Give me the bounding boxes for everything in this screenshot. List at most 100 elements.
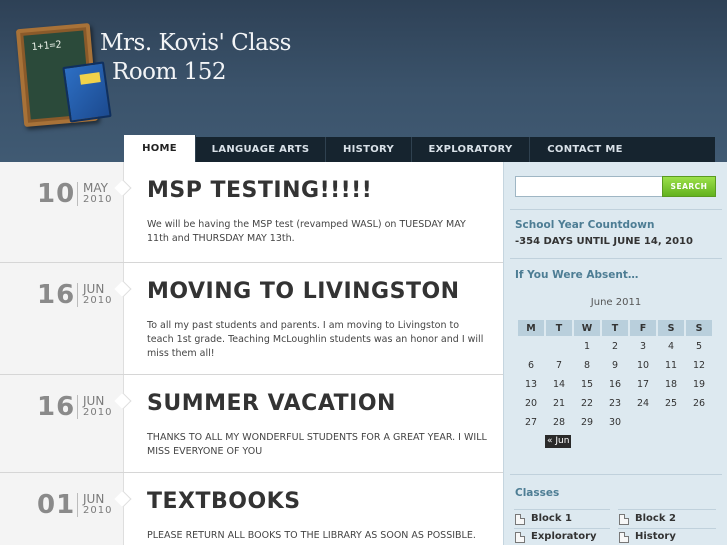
- post-body: We will be having the MSP test (revamped…: [147, 219, 466, 244]
- document-icon: [515, 514, 525, 525]
- posts-list: 10 MAY 2010 MSP TESTING!!!!! We will be …: [0, 162, 503, 545]
- calendar-day[interactable]: 12: [686, 357, 712, 374]
- sidebar: SEARCH School Year Countdown -354 DAYS U…: [503, 162, 727, 545]
- calendar-day[interactable]: 27: [518, 414, 544, 431]
- calendar-day[interactable]: 4: [658, 338, 684, 355]
- post-month: JUN: [83, 492, 105, 506]
- calendar-day[interactable]: 29: [574, 414, 600, 431]
- nav-home[interactable]: HOME: [124, 135, 196, 162]
- post-title[interactable]: MSP TESTING!!!!!: [147, 178, 372, 203]
- divider: [510, 258, 722, 259]
- post: 01 JUN 2010 TEXTBOOKS PLEASE RETURN ALL …: [0, 473, 503, 545]
- class-link-label: Block 1: [531, 513, 572, 524]
- site-subtitle: Room 152: [112, 59, 227, 85]
- calendar-day[interactable]: 13: [518, 376, 544, 393]
- class-link-history[interactable]: History: [619, 531, 676, 543]
- calendar-day-header: S: [658, 320, 684, 336]
- post-day: 16: [37, 392, 76, 422]
- calendar-day-header: W: [574, 320, 600, 336]
- post-body: PLEASE RETURN ALL BOOKS TO THE LIBRARY A…: [147, 530, 476, 541]
- post-title[interactable]: TEXTBOOKS: [147, 489, 301, 514]
- search-button[interactable]: SEARCH: [662, 176, 716, 197]
- countdown-title: School Year Countdown: [515, 219, 655, 231]
- post-title[interactable]: SUMMER VACATION: [147, 391, 396, 416]
- calendar-day[interactable]: 26: [686, 395, 712, 412]
- calendar-day[interactable]: 9: [602, 357, 628, 374]
- post-body: To all my past students and parents. I a…: [147, 320, 484, 359]
- class-link-label: Exploratory: [531, 531, 597, 542]
- calendar-day[interactable]: 30: [602, 414, 628, 431]
- calendar-day-header: F: [630, 320, 656, 336]
- calendar-day[interactable]: 17: [630, 376, 656, 393]
- absent-title: If You Were Absent…: [515, 269, 639, 281]
- countdown-text: -354 DAYS UNTIL JUNE 14, 2010: [515, 236, 693, 247]
- calendar-day-header: T: [546, 320, 572, 336]
- post-month: JUN: [83, 394, 105, 408]
- calendar-day[interactable]: 14: [546, 376, 572, 393]
- site-title[interactable]: Mrs. Kovis' Class: [100, 30, 291, 56]
- calendar-day[interactable]: 16: [602, 376, 628, 393]
- post-year: 2010: [83, 295, 113, 306]
- post-year: 2010: [83, 407, 113, 418]
- calendar-day[interactable]: 6: [518, 357, 544, 374]
- calendar-day: [518, 338, 544, 355]
- post-month: JUN: [83, 282, 105, 296]
- calendar-day[interactable]: 23: [602, 395, 628, 412]
- calendar-day[interactable]: 3: [630, 338, 656, 355]
- post-month: MAY: [83, 181, 108, 195]
- calendar-day[interactable]: 19: [686, 376, 712, 393]
- calendar-day[interactable]: 10: [630, 357, 656, 374]
- nav-exploratory[interactable]: EXPLORATORY: [412, 137, 530, 162]
- calendar: M T W T F S S 1 2 3 4 5 6 7 8 9 10 11 12 13 14 15 16 17 1…: [516, 318, 714, 433]
- calendar-day[interactable]: 18: [658, 376, 684, 393]
- post-day: 16: [37, 280, 76, 310]
- post: 16 JUN 2010 MOVING TO LIVINGSTON To all …: [0, 263, 503, 375]
- calendar-day[interactable]: 22: [574, 395, 600, 412]
- calendar-day[interactable]: 11: [658, 357, 684, 374]
- calendar-day-header: S: [686, 320, 712, 336]
- calendar-day[interactable]: 15: [574, 376, 600, 393]
- calendar-day[interactable]: 5: [686, 338, 712, 355]
- calendar-day: [630, 414, 656, 431]
- calendar-day[interactable]: 21: [546, 395, 572, 412]
- calendar-day: [658, 414, 684, 431]
- calendar-day[interactable]: 20: [518, 395, 544, 412]
- classes-title: Classes: [515, 487, 560, 499]
- post-title[interactable]: MOVING TO LIVINGSTON: [147, 279, 460, 304]
- calendar-day[interactable]: 7: [546, 357, 572, 374]
- document-icon: [619, 514, 629, 525]
- book-logo-icon: [62, 61, 112, 123]
- post-day: 01: [37, 490, 76, 520]
- post-day: 10: [37, 179, 76, 209]
- calendar-day[interactable]: 2: [602, 338, 628, 355]
- post-year: 2010: [83, 505, 113, 516]
- calendar-day[interactable]: 28: [546, 414, 572, 431]
- document-icon: [619, 532, 629, 543]
- post-year: 2010: [83, 194, 113, 205]
- calendar-day-header: M: [518, 320, 544, 336]
- nav-history[interactable]: HISTORY: [326, 137, 412, 162]
- calendar-day-header: T: [602, 320, 628, 336]
- calendar-prev-link[interactable]: « Jun: [545, 435, 572, 448]
- post-date: 16 JUN 2010: [0, 263, 124, 374]
- nav-contact-me[interactable]: CONTACT ME: [530, 137, 640, 162]
- calendar-day: [686, 414, 712, 431]
- search-input[interactable]: [515, 176, 663, 197]
- calendar-day[interactable]: 25: [658, 395, 684, 412]
- post: 10 MAY 2010 MSP TESTING!!!!! We will be …: [0, 162, 503, 263]
- calendar-day[interactable]: 24: [630, 395, 656, 412]
- divider: [510, 474, 722, 475]
- class-link-block-2[interactable]: Block 2: [619, 513, 676, 525]
- nav-language-arts[interactable]: LANGUAGE ARTS: [196, 137, 326, 162]
- class-link-label: History: [635, 531, 676, 542]
- calendar-caption: June 2011: [590, 297, 642, 308]
- post: 16 JUN 2010 SUMMER VACATION THANKS TO AL…: [0, 375, 503, 473]
- main-nav: HOME LANGUAGE ARTS HISTORY EXPLORATORY C…: [124, 135, 715, 162]
- post-date: 10 MAY 2010: [0, 162, 124, 262]
- calendar-day[interactable]: 1: [574, 338, 600, 355]
- class-link-block-1[interactable]: Block 1: [515, 513, 572, 525]
- calendar-day: [546, 338, 572, 355]
- calendar-day[interactable]: 8: [574, 357, 600, 374]
- class-link-exploratory[interactable]: Exploratory: [515, 531, 597, 543]
- divider: [510, 209, 722, 210]
